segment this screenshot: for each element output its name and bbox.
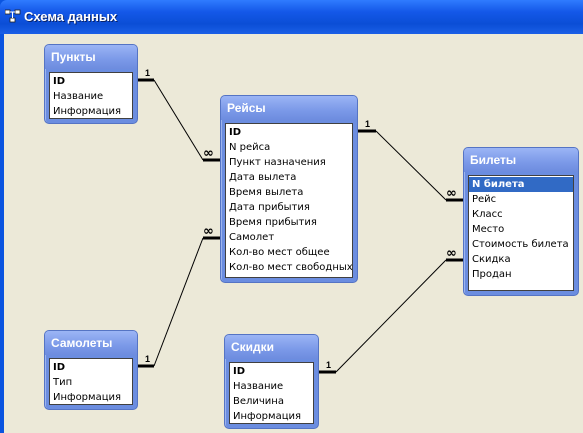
relationships-window: Схема данных 1 ∞ 1 ∞ 1 ∞ 1 ∞ Пункты ID Н… xyxy=(0,0,583,433)
field-item[interactable]: Информация xyxy=(50,104,132,118)
many-label: ∞ xyxy=(203,224,214,239)
field-item[interactable]: ID xyxy=(230,364,313,379)
table-title[interactable]: Самолеты xyxy=(45,331,137,355)
relation-samolety-reisy[interactable]: 1 ∞ xyxy=(138,224,220,368)
field-item[interactable]: Время прибытия xyxy=(226,215,352,230)
field-list: ID Тип Информация xyxy=(49,358,133,405)
field-item[interactable]: Кол-во мест свободных xyxy=(226,260,352,275)
field-item[interactable]: N рейса xyxy=(226,140,352,155)
field-item[interactable]: Стоимость билета xyxy=(469,237,573,252)
field-item[interactable]: ID xyxy=(226,125,352,140)
field-item[interactable]: Информация xyxy=(50,390,132,404)
table-title[interactable]: Пункты xyxy=(45,45,137,69)
field-item[interactable]: Скидка xyxy=(469,252,573,267)
field-item[interactable]: ID xyxy=(50,74,132,89)
field-item[interactable]: Класс xyxy=(469,207,573,222)
field-item[interactable]: Тип xyxy=(50,375,132,390)
table-title[interactable]: Рейсы xyxy=(221,96,357,120)
field-item[interactable]: Дата прибытия xyxy=(226,200,352,215)
many-label: ∞ xyxy=(446,246,457,261)
field-item[interactable]: Информация xyxy=(230,409,313,423)
table-title[interactable]: Скидки xyxy=(225,335,318,359)
field-list: ID N рейса Пункт назначения Дата вылета … xyxy=(225,123,353,278)
field-item[interactable]: Рейс xyxy=(469,192,573,207)
field-item[interactable]: Продан xyxy=(469,267,573,282)
field-item[interactable]: Название xyxy=(50,89,132,104)
many-label: ∞ xyxy=(446,186,457,201)
field-item[interactable]: Величина xyxy=(230,394,313,409)
field-item[interactable]: Время вылета xyxy=(226,185,352,200)
table-skidki[interactable]: Скидки ID Название Величина Информация xyxy=(224,334,319,429)
field-item[interactable]: Название xyxy=(230,379,313,394)
table-reisy[interactable]: Рейсы ID N рейса Пункт назначения Дата в… xyxy=(220,95,358,283)
table-title[interactable]: Билеты xyxy=(464,148,578,172)
table-punkty[interactable]: Пункты ID Название Информация xyxy=(44,44,138,124)
one-label: 1 xyxy=(145,354,150,364)
table-samolety[interactable]: Самолеты ID Тип Информация xyxy=(44,330,138,410)
one-label: 1 xyxy=(145,68,150,78)
one-label: 1 xyxy=(365,119,370,129)
many-label: ∞ xyxy=(203,146,214,161)
field-item[interactable]: Пункт назначения xyxy=(226,155,352,170)
field-list: ID Название Информация xyxy=(49,72,133,119)
field-item-selected[interactable]: N билета xyxy=(469,177,573,192)
field-item[interactable]: ID xyxy=(50,360,132,375)
field-item[interactable]: Самолет xyxy=(226,230,352,245)
field-list: ID Название Величина Информация xyxy=(229,362,314,424)
relation-punkty-reisy[interactable]: 1 ∞ xyxy=(138,68,220,162)
table-bilety[interactable]: Билеты N билета Рейс Класс Место Стоимос… xyxy=(463,147,579,296)
field-item[interactable]: Место xyxy=(469,222,573,237)
one-label: 1 xyxy=(326,360,331,370)
field-item[interactable]: Дата вылета xyxy=(226,170,352,185)
field-list: N билета Рейс Класс Место Стоимость биле… xyxy=(468,175,574,291)
relation-reisy-bilety[interactable]: 1 ∞ xyxy=(358,119,463,202)
field-item[interactable]: Кол-во мест общее xyxy=(226,245,352,260)
